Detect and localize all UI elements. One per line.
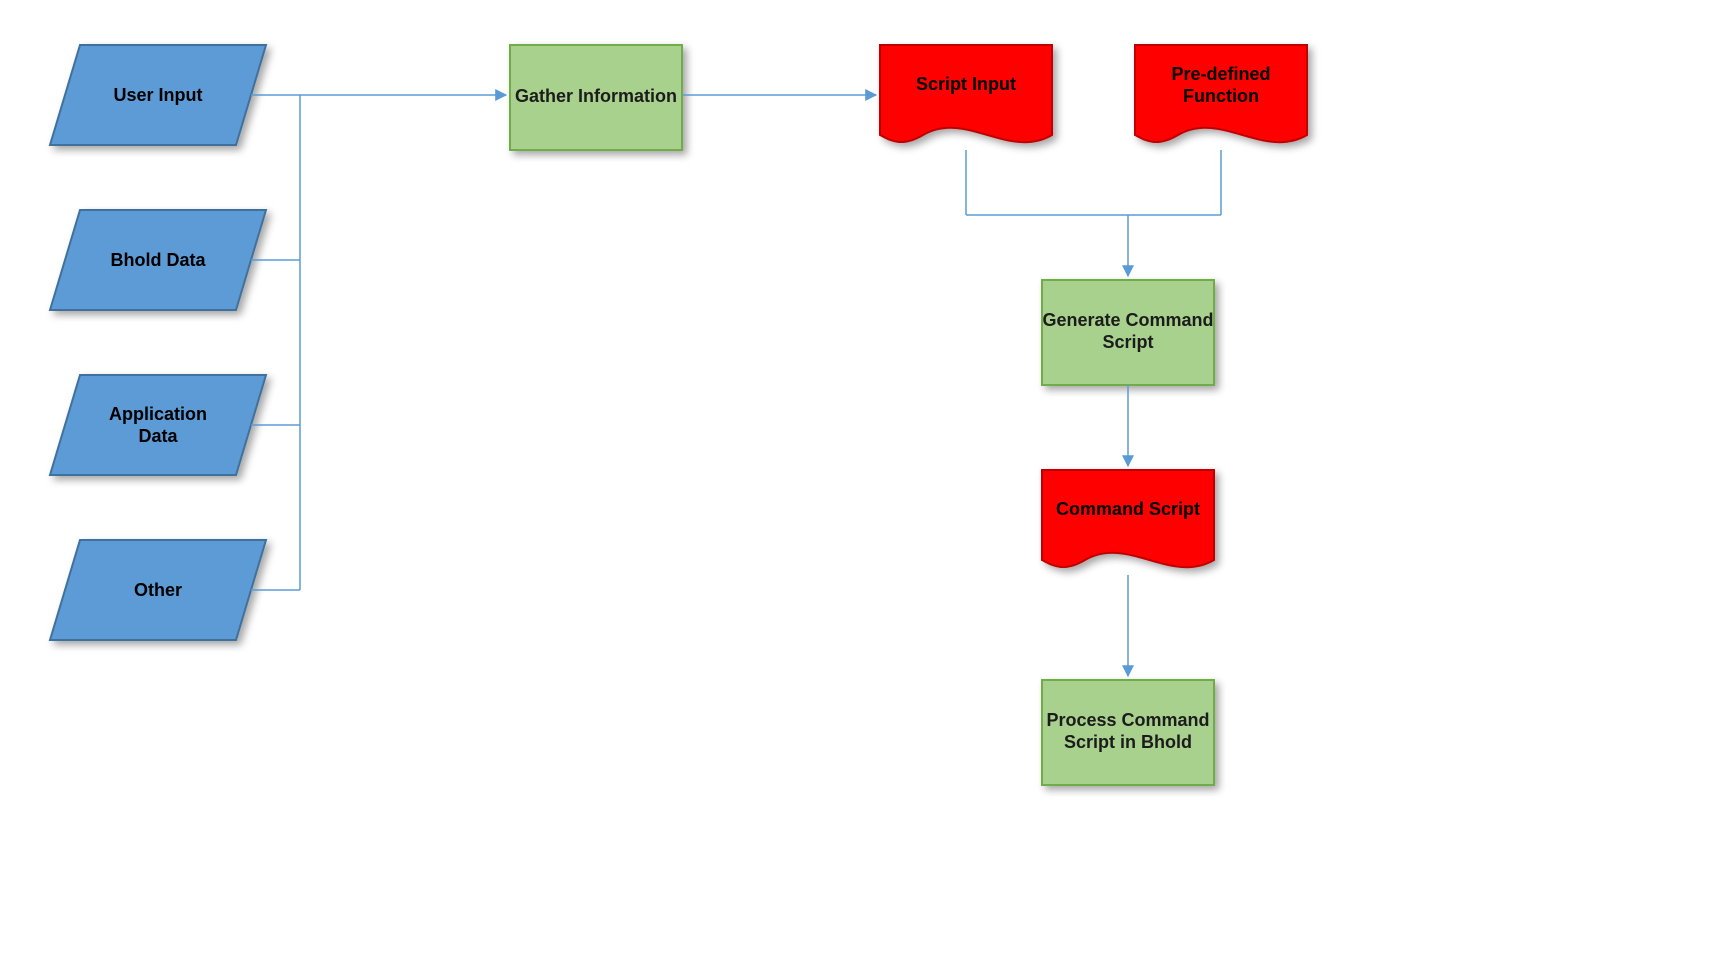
node-command-script: Command Script [1042,470,1214,567]
node-bhold-data: Bhold Data [50,210,266,310]
node-user-input: User Input [50,45,266,145]
node-script-input: Script Input [880,45,1052,142]
label-script-input: Script Input [916,74,1016,94]
flowchart-canvas: User Input Bhold Data Application Data O… [0,0,1716,971]
label-generate-2: Script [1102,332,1153,352]
node-predefined-function: Pre-defined Function [1135,45,1307,142]
label-command-script: Command Script [1056,499,1200,519]
label-user-input: User Input [113,85,202,105]
label-application-data-1: Application [109,404,207,424]
node-generate-command-script: Generate Command Script [1042,280,1214,385]
label-process-1: Process Command [1046,710,1209,730]
label-predefined-2: Function [1183,86,1259,106]
node-application-data: Application Data [50,375,266,475]
label-process-2: Script in Bhold [1064,732,1192,752]
label-other: Other [134,580,182,600]
label-generate-1: Generate Command [1042,310,1213,330]
label-gather-information: Gather Information [515,86,677,106]
node-other: Other [50,540,266,640]
label-application-data-2: Data [138,426,178,446]
label-predefined-1: Pre-defined [1171,64,1270,84]
node-process-command-script: Process Command Script in Bhold [1042,680,1214,785]
node-gather-information: Gather Information [510,45,682,150]
label-bhold-data: Bhold Data [110,250,206,270]
